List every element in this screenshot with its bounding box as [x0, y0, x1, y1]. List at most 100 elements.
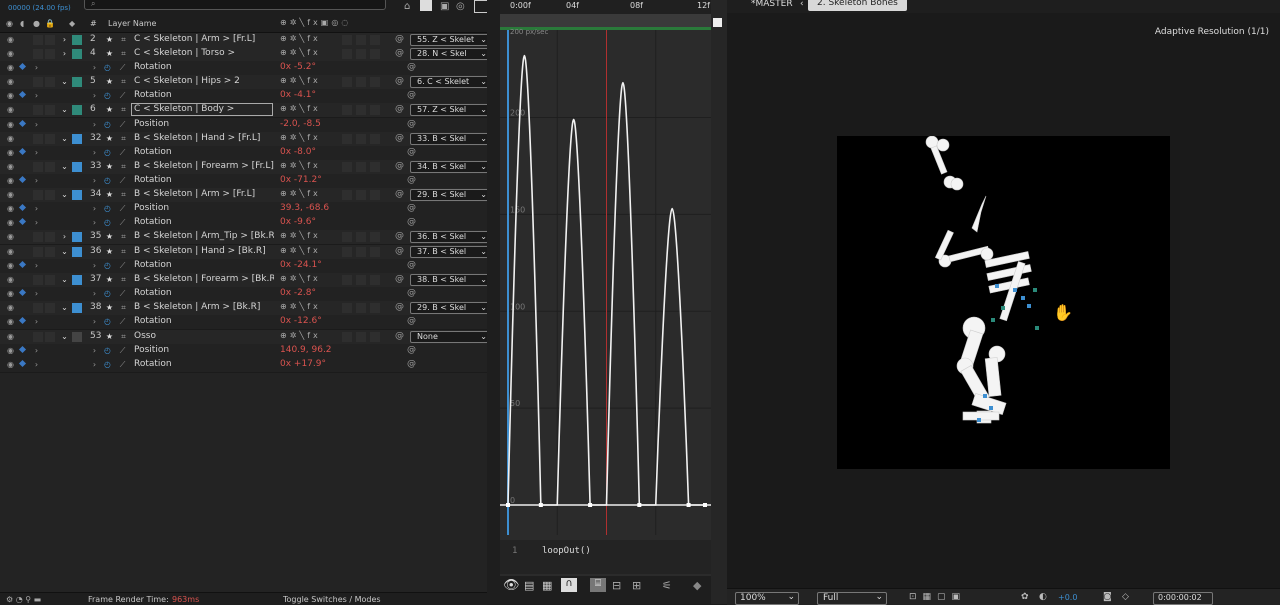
- lock-toggle[interactable]: [45, 105, 55, 115]
- edit-keyframe-icon[interactable]: ⚟: [662, 579, 672, 592]
- property-value[interactable]: 0x -12.6°: [280, 316, 322, 326]
- parent-dropdown[interactable]: None ⌄: [410, 331, 490, 343]
- next-keyframe-icon[interactable]: ›: [32, 261, 41, 270]
- pickwhip-icon[interactable]: @: [395, 76, 404, 86]
- property-row[interactable]: ◉ › › ◴ ⟋ Rotation 0x -2.8° @: [0, 287, 487, 302]
- switch-box[interactable]: [356, 275, 366, 285]
- graph-scrollbar[interactable]: [711, 0, 727, 604]
- keyframe-navigator-icon[interactable]: [18, 359, 27, 368]
- stopwatch-icon[interactable]: ◴: [103, 317, 112, 326]
- snap-icon[interactable]: ∩: [561, 578, 577, 592]
- pickwhip-icon[interactable]: @: [407, 217, 416, 227]
- graph-type-icon[interactable]: ▤: [524, 579, 534, 592]
- timecode-field[interactable]: 0:00:00:02: [1153, 592, 1213, 605]
- pickwhip-icon[interactable]: @: [395, 246, 404, 256]
- expand-icon[interactable]: ›: [90, 317, 99, 326]
- solo-toggle[interactable]: [33, 49, 43, 59]
- expand-icon[interactable]: ›: [90, 346, 99, 355]
- layer-row[interactable]: ◉ ⌄ 32 ★ ⌗ B < Skeleton | Hand > [Fr.L] ⊕✲╲fx @…: [0, 132, 490, 147]
- switch-box[interactable]: [342, 105, 352, 115]
- next-keyframe-icon[interactable]: ›: [32, 91, 41, 100]
- eye-icon[interactable]: ◉: [6, 232, 15, 241]
- eye-icon[interactable]: 👁: [503, 578, 520, 593]
- graph-toggle-icon[interactable]: ⟋: [118, 176, 127, 185]
- next-keyframe-icon[interactable]: ›: [32, 289, 41, 298]
- graph-toggle-icon[interactable]: ⟋: [118, 63, 127, 72]
- layer-row[interactable]: ◉ ⌄ 37 ★ ⌗ B < Skeleton | Forearm > [Bk.R] ⊕✲╲…: [0, 273, 490, 288]
- layer-switches[interactable]: ⊕✲╲fx: [280, 331, 321, 340]
- switch-box[interactable]: [370, 332, 380, 342]
- eye-icon[interactable]: ◉: [6, 134, 15, 143]
- separate-dimensions-icon[interactable]: ⊞: [632, 579, 641, 592]
- keyframe-navigator-icon[interactable]: [18, 62, 27, 71]
- layer-name[interactable]: B < Skeleton | Hand > [Bk.R]: [134, 246, 274, 256]
- next-keyframe-icon[interactable]: ›: [32, 360, 41, 369]
- label-color-swatch[interactable]: [72, 134, 82, 144]
- parent-dropdown[interactable]: 38. B < Skel ⌄: [410, 274, 490, 286]
- switch-box[interactable]: [370, 162, 380, 172]
- switch-box[interactable]: [370, 303, 380, 313]
- lock-toggle[interactable]: [45, 247, 55, 257]
- graph-toggle-icon[interactable]: ⟋: [118, 148, 127, 157]
- layer-row[interactable]: ◉ ⌄ 38 ★ ⌗ B < Skeleton | Arm > [Bk.R] ⊕✲╲fx @2…: [0, 301, 490, 316]
- expand-icon[interactable]: ›: [60, 232, 69, 241]
- fit-all-icon[interactable]: ⊟: [612, 579, 621, 592]
- fit-selection-icon[interactable]: ⌸: [590, 578, 606, 592]
- switch-box[interactable]: [356, 49, 366, 59]
- expand-icon[interactable]: ⌄: [60, 190, 69, 199]
- property-value[interactable]: 0x -2.8°: [280, 288, 316, 298]
- expand-icon[interactable]: ›: [90, 289, 99, 298]
- stopwatch-icon[interactable]: ◴: [103, 148, 112, 157]
- keyframe-diamond-icon[interactable]: ◆: [693, 579, 701, 592]
- stopwatch-icon[interactable]: ◴: [103, 360, 112, 369]
- eye-icon[interactable]: ◉: [6, 190, 15, 199]
- graph-toggle-icon[interactable]: ⟋: [118, 317, 127, 326]
- viewer-options-icons[interactable]: ⊡▦▢▣: [909, 592, 966, 602]
- expand-icon[interactable]: ⌄: [60, 134, 69, 143]
- expand-icon[interactable]: ›: [90, 120, 99, 129]
- layer-name[interactable]: C < Skeleton | Hips > 2: [134, 76, 274, 86]
- keyframe-point[interactable]: [506, 503, 510, 507]
- parent-dropdown[interactable]: 6. C < Skelet ⌄: [410, 76, 490, 88]
- layer-name[interactable]: B < Skeleton | Arm > [Fr.L]: [134, 189, 274, 199]
- switch-box[interactable]: [356, 332, 366, 342]
- comp-settings-icon[interactable]: ⚙ ◔ ⚲ ▬: [6, 595, 41, 604]
- graph-toggle-icon[interactable]: ⟋: [118, 91, 127, 100]
- pickwhip-icon[interactable]: @: [395, 231, 404, 241]
- eye-icon[interactable]: ◉: [6, 19, 13, 28]
- layer-name[interactable]: B < Skeleton | Forearm > [Fr.L]: [134, 161, 274, 171]
- expand-icon[interactable]: ›: [90, 360, 99, 369]
- lock-toggle[interactable]: [45, 35, 55, 45]
- speed-graph[interactable]: 050100150200: [500, 30, 711, 535]
- switch-box[interactable]: [356, 77, 366, 87]
- keyframe-point[interactable]: [538, 503, 543, 507]
- eye-icon[interactable]: ◉: [6, 303, 15, 312]
- switch-box[interactable]: [370, 105, 380, 115]
- solo-toggle[interactable]: [33, 162, 43, 172]
- layer-name[interactable]: C < Skeleton | Body >: [131, 103, 273, 116]
- switch-box[interactable]: [342, 49, 352, 59]
- audio-icon[interactable]: ◖: [20, 19, 24, 28]
- expand-icon[interactable]: ⌄: [60, 303, 69, 312]
- switch-box[interactable]: [356, 134, 366, 144]
- graph-editor-button[interactable]: [474, 0, 488, 13]
- layer-name[interactable]: B < Skeleton | Arm > [Bk.R]: [134, 302, 274, 312]
- stopwatch-icon[interactable]: ◴: [103, 289, 112, 298]
- pickwhip-icon[interactable]: @: [407, 316, 416, 326]
- keyframe-navigator-icon[interactable]: [18, 203, 27, 212]
- graph-toggle-icon[interactable]: ⟋: [118, 346, 127, 355]
- switch-box[interactable]: [342, 247, 352, 257]
- pickwhip-icon[interactable]: @: [407, 359, 416, 369]
- switch-box[interactable]: [342, 190, 352, 200]
- pickwhip-icon[interactable]: @: [407, 345, 416, 355]
- panel-splitter[interactable]: [487, 0, 500, 604]
- layer-name[interactable]: B < Skeleton | Arm_Tip > [Bk.R]: [134, 231, 274, 241]
- property-value[interactable]: 39.3, -68.6: [280, 203, 329, 213]
- switch-box[interactable]: [356, 303, 366, 313]
- eye-icon[interactable]: ◉: [6, 120, 15, 129]
- lock-toggle[interactable]: [45, 77, 55, 87]
- eye-icon[interactable]: ◉: [6, 176, 15, 185]
- eye-icon[interactable]: ◉: [6, 204, 15, 213]
- keyframe-point[interactable]: [588, 503, 593, 507]
- pickwhip-icon[interactable]: @: [395, 274, 404, 284]
